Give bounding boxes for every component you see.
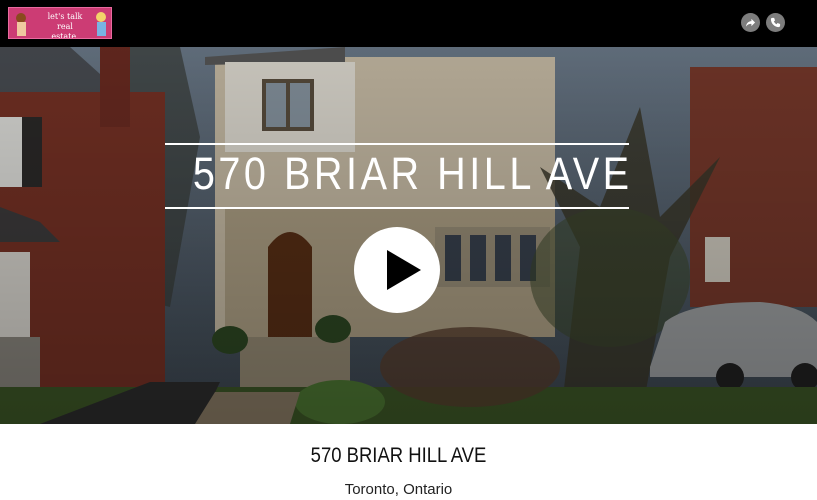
share-icon xyxy=(745,18,756,27)
hero-title: 570 BRIAR HILL AVE xyxy=(192,148,633,199)
hero-video[interactable]: 570 BRIAR HILL AVE xyxy=(0,47,817,424)
share-button[interactable] xyxy=(741,13,760,32)
brand-logo[interactable]: let's talk real estate. xyxy=(8,7,112,39)
play-button[interactable] xyxy=(354,227,440,313)
phone-icon xyxy=(770,17,781,28)
logo-text: let's talk real estate. xyxy=(47,12,83,39)
listing-info: 570 BRIAR HILL AVE Toronto, Ontario xyxy=(0,424,817,500)
play-icon xyxy=(387,250,421,290)
header-actions xyxy=(741,13,785,32)
top-bar: let's talk real estate. xyxy=(0,0,817,47)
phone-button[interactable] xyxy=(766,13,785,32)
listing-city: Toronto, Ontario xyxy=(344,481,453,498)
listing-address: 570 BRIAR HILL AVE xyxy=(310,444,487,467)
hero-title-frame: 570 BRIAR HILL AVE xyxy=(165,143,629,209)
